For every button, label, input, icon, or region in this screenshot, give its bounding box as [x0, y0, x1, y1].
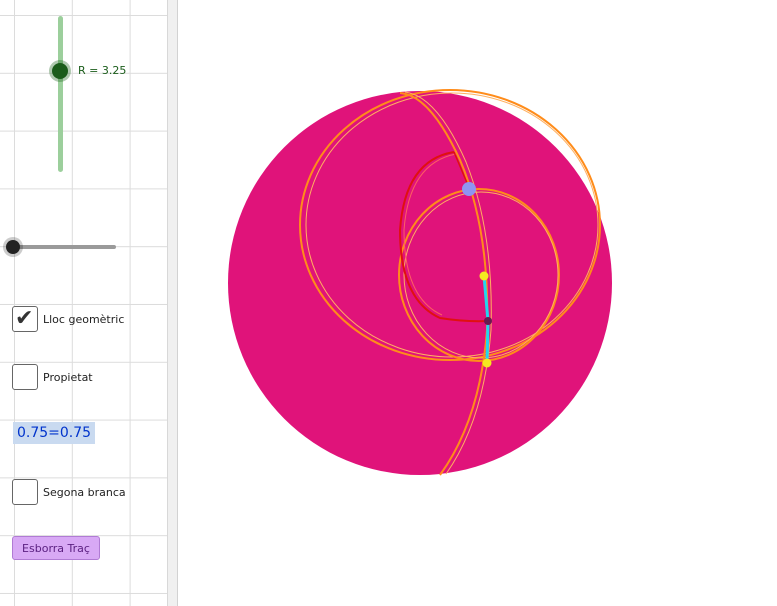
radius-slider-track[interactable]: [58, 16, 63, 172]
propietat-checkbox[interactable]: [12, 364, 38, 390]
algebra-panel: R = 3.25 ✔ Lloc geomètric Propietat 0.75…: [0, 0, 168, 606]
radius-slider-knob[interactable]: [52, 63, 68, 79]
horizontal-slider-knob[interactable]: [6, 240, 20, 254]
propietat-label: Propietat: [43, 371, 93, 384]
sphere: [228, 91, 612, 475]
segona-branca-checkbox[interactable]: [12, 479, 38, 505]
radius-slider-label: R = 3.25: [78, 64, 127, 77]
horizontal-slider-track[interactable]: [13, 245, 116, 249]
segona-branca-label: Segona branca: [43, 486, 126, 499]
equality-text: 0.75=0.75: [13, 422, 96, 444]
segment-bottom: [485, 320, 490, 364]
yellow-point-top[interactable]: [479, 271, 489, 281]
yellow-point-bottom[interactable]: [482, 358, 492, 368]
lloc-geometric-label: Lloc geomètric: [43, 313, 125, 326]
dark-point[interactable]: [484, 317, 492, 325]
lloc-geometric-checkbox[interactable]: ✔: [12, 306, 38, 332]
erase-trace-button[interactable]: Esborra Traç: [12, 536, 100, 560]
graphics-view[interactable]: [177, 0, 777, 606]
checkmark-icon: ✔: [15, 306, 34, 331]
main-point[interactable]: [462, 182, 476, 196]
